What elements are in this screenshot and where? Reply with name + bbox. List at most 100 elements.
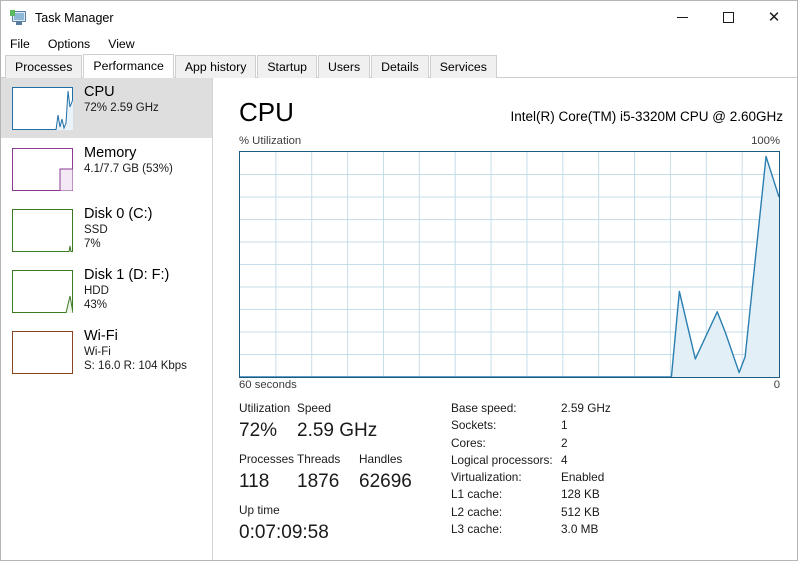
cpu-stats: Utilization 72% Speed 2.59 GHz Processes…	[239, 400, 787, 546]
spec-label: Logical processors:	[451, 452, 553, 467]
stat-uptime-label: Up time	[239, 503, 280, 517]
spec-label: L1 cache:	[451, 487, 503, 502]
graph-axis-top: % Utilization 100%	[239, 135, 780, 147]
sidebar-item-sub1: Wi-Fi	[84, 346, 111, 358]
maximize-icon	[722, 12, 734, 23]
spec-value: Enabled	[561, 470, 605, 485]
cpu-utilization-graph[interactable]	[239, 151, 780, 378]
sidebar-item-sub2: S: 16.0 R: 104 Kbps	[84, 360, 187, 372]
minimize-button[interactable]	[659, 1, 705, 34]
sidebar-memory-text: Memory 4.1/7.7 GB (53%)	[84, 145, 173, 176]
disk0-thumbnail-graph	[12, 209, 73, 252]
tab-details[interactable]: Details	[371, 55, 429, 78]
menu-item-options[interactable]: Options	[48, 36, 100, 52]
sidebar-disk1-text: Disk 1 (D: F:) HDD 43%	[84, 267, 169, 312]
spec-row-l2-cache: L2 cache: 512 KB	[451, 504, 611, 521]
spec-value: 1	[561, 418, 568, 433]
sidebar-item-memory[interactable]: Memory 4.1/7.7 GB (53%)	[1, 139, 212, 199]
stat-processes: Processes 118	[239, 451, 297, 495]
spec-value: 2	[561, 435, 568, 450]
stat-handles-label: Handles	[359, 452, 403, 466]
spec-row-virtualization: Virtualization: Enabled	[451, 469, 611, 486]
tab-startup[interactable]: Startup	[257, 55, 317, 78]
spec-row-l1-cache: L1 cache: 128 KB	[451, 486, 611, 503]
stat-utilization: Utilization 72%	[239, 400, 297, 444]
stat-threads-label: Threads	[297, 452, 341, 466]
sidebar-item-sub1: 4.1/7.7 GB (53%)	[84, 163, 173, 175]
stat-utilization-value: 72%	[239, 420, 278, 441]
graph-gridlines-horizontal	[240, 174, 779, 355]
spec-value: 128 KB	[561, 487, 600, 502]
memory-thumbnail-graph	[12, 148, 73, 191]
stat-handles-value: 62696	[359, 471, 412, 492]
stat-speed-label: Speed	[297, 401, 332, 415]
stat-processes-value: 118	[239, 471, 270, 492]
minimize-icon	[676, 17, 688, 18]
cpu-graph-line	[240, 155, 779, 377]
spec-row-logical-processors: Logical processors: 4	[451, 452, 611, 469]
window-title: Task Manager	[35, 10, 114, 25]
cpu-graph-svg	[240, 152, 779, 377]
sidebar-disk0-text: Disk 0 (C:) SSD 7%	[84, 206, 152, 251]
spec-row-l3-cache: L3 cache: 3.0 MB	[451, 521, 611, 538]
page-title: CPU	[239, 97, 294, 127]
menu-item-view[interactable]: View	[108, 36, 144, 52]
tab-app-history[interactable]: App history	[174, 55, 257, 78]
cpu-model-label: Intel(R) Core(TM) i5-3320M CPU @ 2.60GHz	[510, 109, 783, 124]
graph-axis-bottom: 60 seconds 0	[239, 379, 780, 391]
task-manager-window: Task Manager ✕ File Options View Process…	[0, 0, 798, 561]
stat-threads-value: 1876	[297, 471, 340, 492]
menu-item-file[interactable]: File	[10, 36, 40, 52]
spec-label: Sockets:	[451, 418, 497, 433]
spec-value: 512 KB	[561, 504, 600, 519]
spec-label: Cores:	[451, 435, 486, 450]
stat-handles: Handles 62696	[359, 451, 429, 495]
spec-row-sockets: Sockets: 1	[451, 417, 611, 434]
spec-value: 3.0 MB	[561, 522, 599, 537]
tab-strip: Processes Performance App history Startu…	[1, 54, 797, 78]
sidebar-item-disk-1[interactable]: Disk 1 (D: F:) HDD 43%	[1, 261, 212, 321]
sidebar-item-cpu[interactable]: CPU 72% 2.59 GHz	[1, 78, 212, 138]
sidebar-item-sub1: SSD	[84, 224, 108, 236]
close-icon: ✕	[767, 8, 781, 26]
spec-row-base-speed: Base speed: 2.59 GHz	[451, 400, 611, 417]
stat-row-utilization-speed: Utilization 72% Speed 2.59 GHz	[239, 400, 444, 444]
sidebar-item-label: Memory	[84, 145, 137, 161]
sidebar-cpu-text: CPU 72% 2.59 GHz	[84, 84, 159, 115]
stat-utilization-label: Utilization	[239, 401, 291, 415]
spec-label: Virtualization:	[451, 470, 522, 485]
tab-services[interactable]: Services	[429, 55, 497, 78]
close-button[interactable]: ✕	[751, 1, 797, 34]
wifi-thumbnail-graph	[12, 331, 73, 374]
sidebar-item-sub2: 43%	[84, 299, 108, 311]
axis-label-timespan: 60 seconds	[239, 379, 297, 391]
axis-label-utilization: % Utilization	[239, 135, 302, 147]
sidebar-item-label: CPU	[84, 84, 115, 100]
stat-speed-value: 2.59 GHz	[297, 420, 378, 441]
stat-row-processes-threads-handles: Processes 118 Threads 1876 Handles 62696	[239, 451, 444, 495]
cpu-header: CPU Intel(R) Core(TM) i5-3320M CPU @ 2.6…	[239, 97, 783, 127]
title-bar: Task Manager ✕	[1, 1, 797, 34]
maximize-button[interactable]	[705, 1, 751, 34]
stat-uptime-value: 0:07:09:58	[239, 522, 329, 543]
sidebar-item-label: Disk 1 (D: F:)	[84, 267, 170, 283]
stat-threads: Threads 1876	[297, 451, 359, 495]
axis-label-zero: 0	[773, 379, 780, 391]
sidebar-item-sub2: 7%	[84, 238, 101, 250]
sidebar-item-disk-0[interactable]: Disk 0 (C:) SSD 7%	[1, 200, 212, 260]
sidebar-item-label: Disk 0 (C:)	[84, 206, 153, 222]
tab-performance[interactable]: Performance	[83, 54, 174, 78]
spec-label: Base speed:	[451, 401, 517, 415]
tab-processes[interactable]: Processes	[5, 55, 83, 78]
spec-value: 2.59 GHz	[561, 401, 611, 415]
tab-users[interactable]: Users	[318, 55, 371, 78]
stat-uptime: Up time 0:07:09:58	[239, 502, 329, 546]
sidebar-item-sub1: 72% 2.59 GHz	[84, 102, 159, 114]
spec-row-cores: Cores: 2	[451, 435, 611, 452]
menu-bar: File Options View	[1, 34, 797, 54]
spec-value: 4	[561, 452, 568, 467]
sidebar-item-wifi[interactable]: Wi-Fi Wi-Fi S: 16.0 R: 104 Kbps	[1, 322, 212, 382]
stat-row-uptime: Up time 0:07:09:58	[239, 502, 444, 546]
task-manager-monitor-icon	[10, 9, 27, 26]
resource-sidebar: CPU 72% 2.59 GHz Memory 4.1/7.7 GB (53%)	[1, 78, 213, 560]
